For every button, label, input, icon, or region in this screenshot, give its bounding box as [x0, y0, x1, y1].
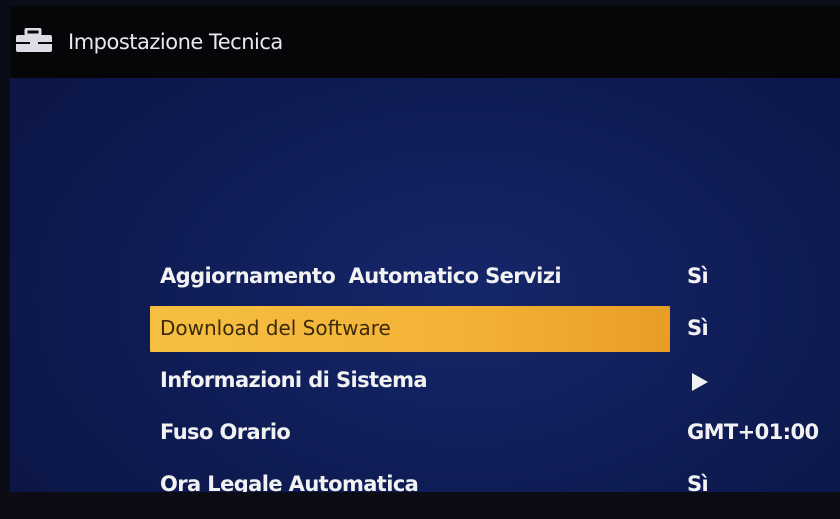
- toolbox-icon: [16, 28, 52, 52]
- menu-item-label: Informazioni di Sistema: [160, 368, 428, 392]
- menu-item-label: Download del Software: [160, 316, 391, 340]
- settings-menu: Aggiornamento Automatico Servizi Sì Down…: [150, 252, 840, 492]
- page-title: Impostazione Tecnica: [68, 30, 283, 54]
- tv-menu-screen: Impostazione Tecnica Aggiornamento Autom…: [10, 6, 840, 492]
- menu-item-aggiornamento-automatico-servizi[interactable]: Aggiornamento Automatico Servizi Sì: [150, 252, 840, 304]
- submenu-arrow-icon: [692, 373, 708, 391]
- bezel-edge: [0, 492, 840, 519]
- menu-item-label: Fuso Orario: [160, 420, 291, 444]
- menu-item-informazioni-sistema[interactable]: Informazioni di Sistema: [150, 356, 840, 408]
- menu-item-value: Sì: [687, 472, 709, 492]
- header-bar: Impostazione Tecnica: [10, 6, 840, 78]
- menu-item-download-software[interactable]: Download del Software Sì: [150, 304, 840, 356]
- menu-item-fuso-orario[interactable]: Fuso Orario GMT+01:00: [150, 408, 840, 460]
- menu-item-label: Ora Legale Automatica: [160, 472, 419, 492]
- menu-item-ora-legale-automatica[interactable]: Ora Legale Automatica Sì: [150, 460, 840, 492]
- menu-item-value: GMT+01:00: [687, 420, 819, 444]
- menu-item-value: Sì: [687, 264, 709, 288]
- menu-item-label: Aggiornamento Automatico Servizi: [160, 264, 562, 288]
- menu-item-value: Sì: [687, 316, 709, 340]
